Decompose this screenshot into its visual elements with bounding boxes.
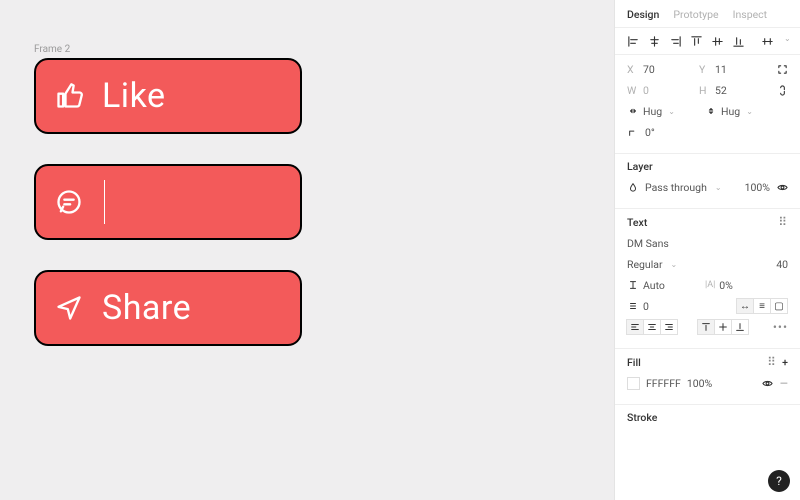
text-align-left-icon[interactable] (626, 319, 644, 335)
blend-mode[interactable]: Pass through (645, 181, 707, 194)
text-cursor (104, 180, 105, 224)
share-card[interactable]: Share (34, 270, 302, 346)
text-section: Text ⠿ DM Sans Regular ⌄ 40 Auto |A| 0% 0 ↔… (615, 209, 800, 349)
text-align-h-group (627, 319, 678, 335)
stroke-title: Stroke (627, 411, 657, 424)
blend-icon (627, 181, 639, 193)
fill-hex[interactable]: FFFFFF (646, 377, 681, 390)
rotation-icon (627, 126, 639, 138)
align-more-chevron[interactable]: ⌄ (784, 34, 791, 48)
panel-tabs: Design Prototype Inspect (615, 0, 800, 28)
layer-opacity[interactable]: 100% (745, 181, 770, 194)
align-top-icon[interactable] (690, 34, 703, 48)
align-left-icon[interactable] (627, 34, 640, 48)
rotation-value[interactable]: 0° (645, 126, 655, 139)
fill-style-icon[interactable]: ⠿ (767, 355, 777, 369)
align-right-icon[interactable] (669, 34, 682, 48)
like-card[interactable]: Like (34, 58, 302, 134)
text-align-middle-icon[interactable] (714, 319, 732, 335)
text-align-bottom-icon[interactable] (731, 319, 749, 335)
font-family[interactable]: DM Sans (627, 237, 669, 250)
frame-section: X 70 Y 11 W0 H 52 Hug ⌄ Hug ⌄ 0° (615, 55, 800, 154)
x-label: X (627, 63, 639, 76)
chevron-down-icon[interactable]: ⌄ (671, 260, 678, 269)
tab-design[interactable]: Design (627, 8, 659, 21)
align-hcenter-icon[interactable] (648, 34, 661, 48)
w-label: W (627, 84, 639, 97)
fill-section: Fill ⠿ + FFFFFF 100% — (615, 349, 800, 405)
line-height[interactable]: Auto (643, 279, 665, 292)
resize-h-icon (627, 105, 639, 117)
constrain-icon[interactable] (777, 84, 788, 96)
remove-fill-icon[interactable]: — (780, 377, 788, 390)
text-align-top-icon[interactable] (697, 319, 715, 335)
resize-h[interactable]: Hug (643, 105, 662, 118)
text-align-center-icon[interactable] (643, 319, 661, 335)
design-panel: Design Prototype Inspect ⌄ X70 Y11 W0 H5… (614, 0, 800, 500)
chevron-down-icon[interactable]: ⌄ (715, 183, 722, 192)
paper-plane-icon (54, 293, 84, 323)
chevron-down-icon[interactable]: ⌄ (746, 107, 753, 116)
layer-title: Layer (627, 160, 653, 173)
cards-frame[interactable]: Like Share (34, 58, 302, 346)
line-height-icon (627, 279, 639, 291)
fill-swatch[interactable] (627, 377, 640, 390)
chevron-down-icon[interactable]: ⌄ (668, 107, 675, 116)
canvas[interactable]: Frame 2 Like Share (0, 0, 614, 500)
frame-label: Frame 2 (34, 44, 70, 55)
fill-title: Fill (627, 356, 641, 369)
paragraph-spacing[interactable]: 0 (643, 300, 649, 313)
eye-icon[interactable] (776, 181, 788, 193)
align-vcenter-icon[interactable] (711, 34, 724, 48)
paragraph-spacing-icon (627, 300, 639, 312)
share-label: Share (102, 288, 191, 328)
chat-icon (54, 187, 84, 217)
text-more-icon[interactable]: ••• (773, 320, 788, 334)
letter-spacing-icon: |A| (705, 280, 715, 290)
fill-opacity[interactable]: 100% (687, 377, 712, 390)
layer-section: Layer Pass through ⌄ 100% (615, 154, 800, 209)
resize-v-icon (705, 105, 717, 117)
font-size[interactable]: 40 (776, 258, 788, 271)
eye-icon[interactable] (762, 377, 774, 389)
h-label: H (699, 84, 711, 97)
fixed-size-icon[interactable]: ▢ (770, 298, 788, 314)
comment-card[interactable] (34, 164, 302, 240)
auto-resize-group: ↔ ≡ ▢ (737, 298, 788, 314)
text-style-icon[interactable]: ⠿ (778, 215, 788, 229)
w-value[interactable]: 0 (643, 84, 649, 97)
help-button[interactable]: ? (768, 470, 790, 492)
resize-v[interactable]: Hug (721, 105, 740, 118)
auto-height-icon[interactable]: ≡ (753, 298, 771, 314)
letter-spacing[interactable]: 0% (719, 279, 733, 292)
tab-prototype[interactable]: Prototype (673, 8, 718, 21)
font-weight[interactable]: Regular (627, 258, 663, 271)
distribute-icon[interactable] (761, 34, 774, 48)
text-align-v-group (698, 319, 749, 335)
tab-inspect[interactable]: Inspect (733, 8, 767, 21)
text-align-right-icon[interactable] (660, 319, 678, 335)
y-label: Y (699, 63, 711, 76)
h-value[interactable]: 52 (715, 84, 727, 97)
like-label: Like (102, 76, 166, 116)
plus-icon[interactable]: + (782, 356, 788, 369)
thumbs-up-icon (54, 81, 84, 111)
x-value[interactable]: 70 (643, 63, 655, 76)
y-value[interactable]: 11 (715, 63, 727, 76)
align-bottom-icon[interactable] (732, 34, 745, 48)
stroke-section: Stroke (615, 405, 800, 438)
auto-width-icon[interactable]: ↔ (736, 298, 754, 314)
text-title: Text (627, 216, 647, 229)
align-tools: ⌄ (615, 28, 800, 55)
abs-position-icon[interactable] (777, 63, 788, 75)
